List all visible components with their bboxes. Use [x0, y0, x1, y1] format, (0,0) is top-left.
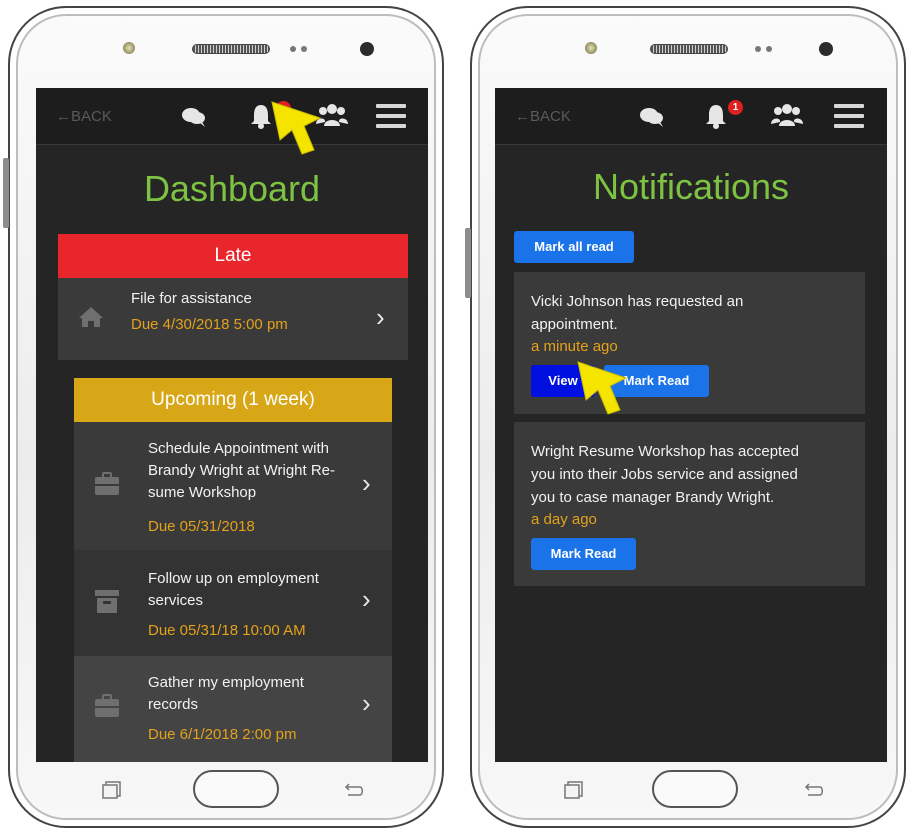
task-card-upcoming[interactable]: Gather my employment records Due 6/1/201…	[74, 656, 392, 762]
home-button[interactable]	[652, 770, 738, 808]
pointer-arrow-icon	[271, 101, 322, 155]
recent-apps-icon[interactable]	[564, 781, 584, 799]
task-card-upcoming[interactable]: Schedule Appointment with Brandy Wright …	[74, 422, 392, 550]
chevron-right-icon: ›	[362, 688, 371, 718]
page-title: Dashboard	[143, 168, 321, 209]
notification-text-line: Vicki Johnson has requested an	[531, 293, 744, 310]
top-nav-bar: ←BACK	[36, 88, 428, 145]
sensor	[301, 46, 307, 52]
earpiece-speaker	[650, 44, 728, 54]
front-camera	[123, 42, 135, 54]
task-title-line: Gather my employment	[148, 674, 304, 691]
back-hardware-icon[interactable]	[802, 782, 824, 798]
bell-icon[interactable]	[703, 102, 729, 130]
task-title-line: Brandy Wright at Wright Re-	[148, 462, 336, 479]
earpiece-speaker	[192, 44, 270, 54]
task-title-line: services	[148, 592, 204, 609]
notification-text-line: you into their Jobs service and assigned	[531, 466, 798, 483]
side-button	[465, 228, 471, 298]
home-icon	[79, 307, 103, 327]
mark-all-read-button[interactable]: Mark all read	[514, 231, 634, 263]
screen-dashboard: ←BACK Dashboard Late File for assistance…	[36, 88, 428, 762]
task-due-date: Due 6/1/2018 2:00 pm	[148, 726, 297, 743]
phone-frame-left: ←BACK Dashboard Late File for assistance…	[3, 6, 444, 828]
task-due-date: Due 4/30/2018 5:00 pm	[131, 316, 288, 333]
front-camera	[585, 42, 597, 54]
task-card-late[interactable]: File for assistance Due 4/30/2018 5:00 p…	[58, 278, 408, 360]
sensor	[766, 46, 772, 52]
notification-badge: 1	[728, 100, 743, 115]
notification-text-line: appointment.	[531, 316, 618, 333]
sensor	[290, 46, 296, 52]
task-due-date: Due 05/31/18 10:00 AM	[148, 622, 306, 639]
notification-time: a day ago	[531, 511, 597, 528]
screen-notifications: ←BACK 1 Notifications Mark all read Vick…	[495, 88, 887, 762]
back-button[interactable]: ←BACK	[56, 108, 112, 125]
chevron-right-icon: ›	[362, 468, 371, 498]
camera-lens	[819, 42, 833, 56]
task-title: File for assistance	[131, 290, 252, 307]
camera-lens	[360, 42, 374, 56]
late-section-header: Late	[58, 234, 408, 278]
archive-icon	[95, 590, 119, 613]
users-icon[interactable]	[771, 102, 803, 128]
chat-icon[interactable]	[181, 106, 207, 128]
task-card-upcoming[interactable]: Follow up on employment services Due 05/…	[74, 550, 392, 656]
sensor	[755, 46, 761, 52]
phone-frame-right: ←BACK 1 Notifications Mark all read Vick…	[465, 6, 906, 828]
menu-icon[interactable]	[834, 104, 864, 134]
back-button[interactable]: ←BACK	[515, 108, 571, 125]
task-title-line: Follow up on employment	[148, 570, 319, 587]
chevron-right-icon: ›	[362, 584, 371, 614]
notification-card: Wright Resume Workshop has accepted you …	[514, 422, 865, 586]
back-label: BACK	[530, 108, 571, 125]
arrow-left-icon: ←	[515, 108, 530, 125]
notification-text-line: you to case manager Brandy Wright.	[531, 489, 775, 506]
upcoming-section-header: Upcoming (1 week)	[74, 378, 392, 422]
task-title-line: sume Workshop	[148, 484, 257, 501]
notification-text-line: Wright Resume Workshop has accepted	[531, 443, 799, 460]
home-button[interactable]	[193, 770, 279, 808]
page-title: Notifications	[592, 166, 790, 207]
arrow-left-icon: ←	[56, 108, 71, 125]
menu-icon[interactable]	[376, 104, 406, 134]
task-due-date: Due 05/31/2018	[148, 518, 255, 535]
back-hardware-icon[interactable]	[342, 782, 364, 798]
task-title-line: records	[148, 696, 199, 713]
recent-apps-icon[interactable]	[102, 781, 122, 799]
top-nav-bar: ←BACK 1	[495, 88, 887, 145]
side-button	[3, 158, 9, 228]
task-title-line: Schedule Appointment with	[148, 440, 329, 457]
notification-card: Vicki Johnson has requested an appointme…	[514, 272, 865, 414]
chat-icon[interactable]	[639, 106, 665, 128]
pointer-arrow-icon	[577, 361, 628, 415]
briefcase-icon	[95, 694, 119, 717]
chevron-right-icon: ›	[376, 302, 385, 332]
back-label: BACK	[71, 108, 112, 125]
briefcase-icon	[95, 472, 119, 495]
mark-read-button[interactable]: Mark Read	[531, 538, 636, 570]
notification-time: a minute ago	[531, 338, 618, 355]
